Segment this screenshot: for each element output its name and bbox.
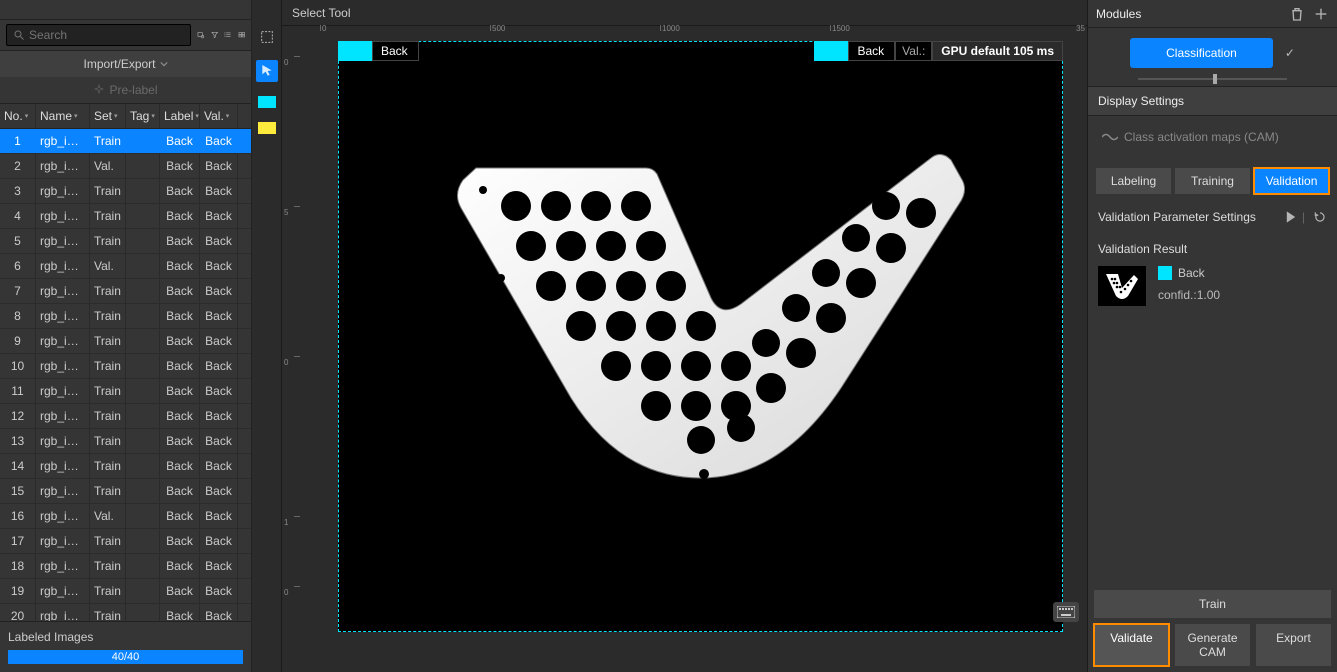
- plus-icon[interactable]: [1313, 6, 1329, 22]
- labeled-footer: Labeled Images 40/40: [0, 621, 251, 672]
- validate-button[interactable]: Validate: [1094, 624, 1169, 666]
- tool-select[interactable]: [256, 60, 278, 82]
- labeled-images-label: Labeled Images: [8, 630, 243, 644]
- prelabel-button: Pre-label: [0, 77, 251, 104]
- part-image: [421, 128, 981, 508]
- cam-label: Class activation maps (CAM): [1124, 130, 1279, 144]
- table-row[interactable]: 19rgb_ima...TrainBackBack: [0, 579, 251, 604]
- col-tag[interactable]: Tag▾: [126, 104, 160, 128]
- table-row[interactable]: 9rgb_ima...TrainBackBack: [0, 329, 251, 354]
- search-icon: [13, 29, 25, 41]
- labeled-progress: 40/40: [8, 650, 243, 664]
- import-export-button[interactable]: Import/Export: [0, 51, 251, 77]
- table-row[interactable]: 12rgb_ima...TrainBackBack: [0, 404, 251, 429]
- table-row[interactable]: 20rgb_ima...TrainBackBack: [0, 604, 251, 621]
- table-row[interactable]: 15rgb_ima...TrainBackBack: [0, 479, 251, 504]
- grid-icon[interactable]: [238, 26, 246, 44]
- col-name[interactable]: Name▾: [36, 104, 90, 128]
- table-row[interactable]: 11rgb_ima...TrainBackBack: [0, 379, 251, 404]
- chevron-down-icon: [160, 60, 168, 68]
- overlay-gpu-stat: GPU default 105 ms: [932, 41, 1063, 61]
- overlay-right-label: Back: [848, 41, 895, 61]
- modules-title: Modules: [1096, 7, 1281, 21]
- overlay-val-prefix: Val.:: [895, 41, 932, 61]
- result-class-label: Back: [1178, 266, 1205, 280]
- table-row[interactable]: 10rgb_ima...TrainBackBack: [0, 354, 251, 379]
- overlay-left-swatch: [338, 41, 372, 61]
- vps-reset-icon[interactable]: [1313, 210, 1327, 224]
- table-row[interactable]: 2rgb_ima...Val.BackBack: [0, 154, 251, 179]
- ruler-horizontal: 05001000150035: [300, 26, 1087, 36]
- image-bounds: [338, 41, 1063, 632]
- table-row[interactable]: 6rgb_ima...Val.BackBack: [0, 254, 251, 279]
- result-class-swatch: [1158, 266, 1172, 280]
- ruler-vertical: 05010: [282, 36, 300, 672]
- vps-label: Validation Parameter Settings: [1098, 210, 1256, 224]
- col-label[interactable]: Label▾: [160, 104, 200, 128]
- result-thumbnail: [1098, 266, 1146, 306]
- result-confidence: confid.:1.00: [1158, 288, 1220, 302]
- classification-button[interactable]: Classification: [1130, 38, 1273, 68]
- prelabel-label: Pre-label: [109, 83, 157, 97]
- import-export-label: Import/Export: [83, 57, 155, 71]
- check-icon: ✓: [1285, 46, 1295, 60]
- tab-labeling[interactable]: Labeling: [1096, 168, 1171, 194]
- table-row[interactable]: 8rgb_ima...TrainBackBack: [0, 304, 251, 329]
- export-button[interactable]: Export: [1256, 624, 1331, 666]
- search-input[interactable]: [29, 28, 184, 42]
- train-button[interactable]: Train: [1094, 590, 1331, 618]
- validation-result-title: Validation Result: [1088, 232, 1337, 262]
- validation-result-row: Back confid.:1.00: [1088, 262, 1337, 316]
- canvas-overlay: Back Back Val.: GPU default 105 ms: [338, 41, 1063, 61]
- tool-strip: [252, 0, 282, 672]
- list-icon[interactable]: [224, 26, 232, 44]
- funnel-icon[interactable]: [211, 26, 219, 44]
- table-row[interactable]: 4rgb_ima...TrainBackBack: [0, 204, 251, 229]
- table-row[interactable]: 18rgb_ima...TrainBackBack: [0, 554, 251, 579]
- image-table[interactable]: No.▾ Name▾ Set▾ Tag▾ Label▾ Val.▾ 1rgb_i…: [0, 104, 251, 621]
- sparkle-icon: [93, 84, 105, 96]
- table-row[interactable]: 17rgb_ima...TrainBackBack: [0, 529, 251, 554]
- image-filter-icon[interactable]: [197, 26, 205, 44]
- col-val[interactable]: Val.▾: [200, 104, 238, 128]
- col-set[interactable]: Set▾: [90, 104, 126, 128]
- search-box[interactable]: [6, 24, 191, 46]
- table-row[interactable]: 7rgb_ima...TrainBackBack: [0, 279, 251, 304]
- tab-validation[interactable]: Validation: [1254, 168, 1329, 194]
- overlay-left-label: Back: [372, 41, 419, 61]
- left-sidebar: Import/Export Pre-label No.▾ Name▾ Set▾ …: [0, 0, 252, 672]
- table-row[interactable]: 13rgb_ima...TrainBackBack: [0, 429, 251, 454]
- table-row[interactable]: 3rgb_ima...TrainBackBack: [0, 179, 251, 204]
- keyboard-icon[interactable]: [1053, 602, 1079, 622]
- right-panel: Modules Classification ✓ Display Setting…: [1087, 0, 1337, 672]
- col-no[interactable]: No.▾: [0, 104, 36, 128]
- canvas-area: Select Tool 05001000150035 05010: [282, 0, 1087, 672]
- table-row[interactable]: 16rgb_ima...Val.BackBack: [0, 504, 251, 529]
- wave-icon: [1102, 132, 1118, 142]
- generate-cam-button[interactable]: Generate CAM: [1175, 624, 1250, 666]
- tool-label: Select Tool: [282, 0, 1087, 26]
- swatch-yellow[interactable]: [258, 122, 276, 134]
- table-header: No.▾ Name▾ Set▾ Tag▾ Label▾ Val.▾: [0, 104, 251, 129]
- left-top-bar: [0, 0, 251, 20]
- module-slider-handle[interactable]: [1213, 74, 1217, 84]
- overlay-right-swatch: [814, 41, 848, 61]
- tab-training[interactable]: Training: [1175, 168, 1250, 194]
- vps-expand-icon[interactable]: [1284, 210, 1298, 224]
- tool-marquee[interactable]: [256, 26, 278, 48]
- display-settings-title: Display Settings: [1088, 86, 1337, 116]
- delete-icon[interactable]: [1289, 6, 1305, 22]
- canvas[interactable]: Back Back Val.: GPU default 105 ms: [300, 36, 1087, 672]
- swatch-cyan[interactable]: [258, 96, 276, 108]
- table-row[interactable]: 1rgb_ima...TrainBackBack: [0, 129, 251, 154]
- cam-toggle[interactable]: Class activation maps (CAM): [1088, 116, 1337, 162]
- table-row[interactable]: 14rgb_ima...TrainBackBack: [0, 454, 251, 479]
- table-row[interactable]: 5rgb_ima...TrainBackBack: [0, 229, 251, 254]
- labeled-progress-text: 40/40: [8, 650, 243, 664]
